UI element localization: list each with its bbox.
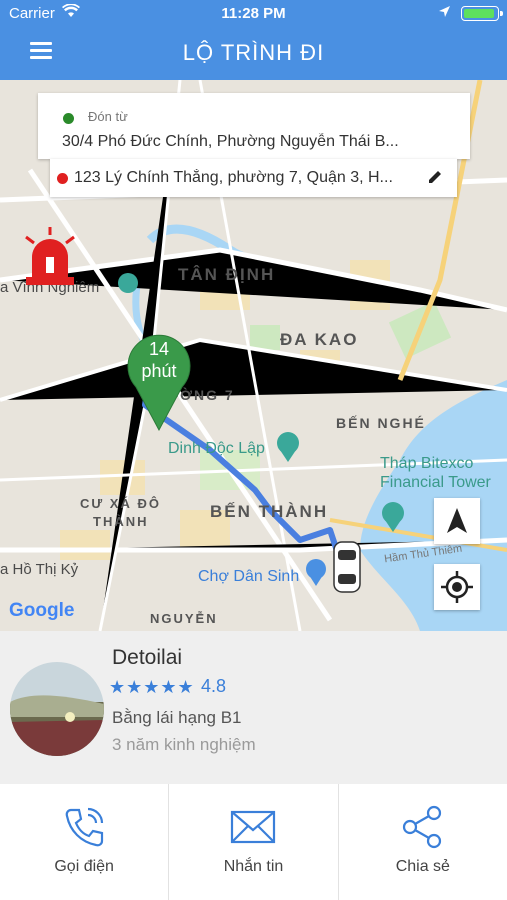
google-logo: Google [9, 600, 74, 622]
page-title: LỘ TRÌNH ĐI [182, 40, 325, 65]
phone-icon [65, 807, 104, 847]
share-button[interactable]: Chia sẻ [339, 784, 507, 900]
edit-pencil-icon[interactable] [427, 169, 443, 185]
map-label-bitexco-1: Tháp Bitexco [380, 455, 474, 472]
dropoff-dot-icon [57, 173, 68, 184]
share-label: Chia sẻ [395, 858, 450, 875]
driver-name: Detoilai [112, 646, 183, 669]
experience-text: 3 năm kinh nghiệm [112, 735, 256, 754]
map-label-cu-xa-1: CƯ XÁ ĐÔ [80, 496, 161, 511]
message-label: Nhắn tin [223, 858, 284, 875]
mail-icon [231, 810, 276, 844]
map-label-cho-dan-sinh: Chợ Dân Sinh [198, 568, 300, 585]
eta-unit: phút [141, 361, 177, 381]
my-location-button[interactable] [434, 564, 480, 610]
rating-stars-icon: ★★★★★ [109, 677, 195, 697]
map-label-ben-thanh: BẾN THÀNH [210, 502, 329, 521]
rating-value: 4.8 [201, 676, 227, 696]
location-services-icon [439, 6, 450, 17]
dropoff-card[interactable]: 123 Lý Chính Thắng, phường 7, Quận 3, H.… [50, 159, 457, 197]
pickup-label: Đón từ [88, 109, 128, 124]
pickup-card[interactable]: Đón từ 30/4 Phó Đức Chính, Phường Nguyễn… [38, 93, 470, 159]
call-button[interactable]: Gọi điện [0, 784, 170, 900]
driver-panel: Detoilai ★★★★★ 4.8 Bằng lái hạng B1 3 nă… [0, 631, 507, 784]
map-label-bitexco-2: Financial Tower [380, 474, 491, 491]
top-bar: Carrier 11:28 PM LỘ TRÌNH ĐI [0, 0, 507, 80]
share-icon [402, 805, 441, 849]
action-bar: Gọi điện Nhắn tin Chia sẻ [0, 784, 507, 900]
avatar-photo [10, 662, 104, 756]
status-time: 11:28 PM [221, 5, 286, 22]
eta-label: 14 phút [126, 338, 192, 382]
map-label-nguyen: NGUYỄN [150, 611, 218, 626]
license-text: Bằng lái hạng B1 [112, 708, 242, 727]
message-button[interactable]: Nhắn tin [169, 784, 339, 900]
pickup-address: 30/4 Phó Đức Chính, Phường Nguyễn Thái B… [62, 133, 399, 150]
crosshair-icon [441, 571, 473, 603]
siren-icon[interactable] [22, 227, 78, 287]
navigation-arrow-icon [447, 508, 467, 533]
eta-value: 14 [148, 339, 170, 359]
map-label-ben-nghe: BẾN NGHÉ [336, 415, 426, 431]
navigation-button[interactable] [434, 498, 480, 544]
driver-avatar [10, 662, 104, 756]
call-label: Gọi điện [54, 858, 114, 875]
status-bar: Carrier 11:28 PM [0, 0, 507, 28]
map-label-ho-thi-ky: a Hồ Thị Kỷ [0, 561, 79, 578]
map-label-cu-xa-2: THÀNH [93, 514, 149, 529]
google-logo-text: Google [9, 600, 75, 621]
battery-icon [461, 6, 503, 21]
map-label-dinh-doc-lap: Dinh Độc Lập [168, 440, 265, 457]
map-label-da-kao: ĐA KAO [280, 330, 359, 349]
map-label-tan-dinh: TÂN ĐỊNH [178, 265, 276, 284]
pickup-dot-icon [63, 113, 74, 124]
dropoff-address: 123 Lý Chính Thắng, phường 7, Quận 3, H.… [74, 169, 393, 186]
